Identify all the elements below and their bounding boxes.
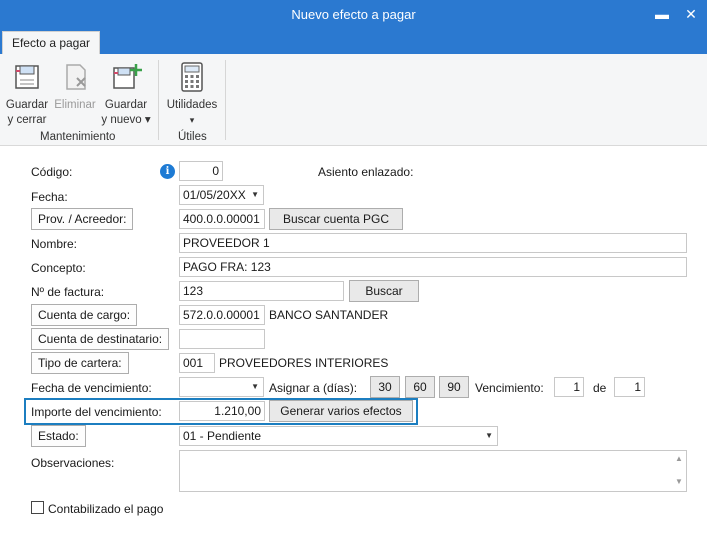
concepto-field[interactable]: PAGO FRA: 123	[179, 257, 687, 277]
ribbon: Guardar y cerrar Eliminar Guardar y nuev…	[0, 54, 707, 146]
tab-efecto-a-pagar[interactable]: Efecto a pagar	[2, 31, 100, 54]
minimize-icon[interactable]: ▬	[652, 4, 672, 24]
window-title: Nuevo efecto a pagar	[291, 7, 416, 22]
ribbon-tab-row: Efecto a pagar	[0, 28, 707, 54]
ribbon-separator	[225, 60, 226, 140]
scroll-down-icon[interactable]: ▼	[672, 477, 686, 486]
fecha-vencimiento-label: Fecha de vencimiento:	[31, 381, 152, 395]
de-label: de	[593, 381, 607, 395]
save-close-icon	[15, 65, 39, 89]
info-icon[interactable]: i	[160, 164, 175, 179]
estado-select[interactable]: 01 - Pendiente ▼	[179, 426, 498, 446]
fecha-vencimiento-picker[interactable]: ▼	[179, 377, 264, 397]
estado-value: 01 - Pendiente	[183, 429, 262, 443]
save-new-line1: Guardar	[104, 99, 148, 111]
concepto-label: Concepto:	[31, 261, 86, 275]
group-label-utiles: Útiles	[178, 131, 207, 143]
importe-field[interactable]: 1.210,00	[179, 401, 265, 421]
contabilizado-checkbox[interactable]	[31, 501, 44, 514]
chevron-down-icon: ▼	[485, 431, 493, 440]
delete-label: Eliminar	[54, 99, 96, 111]
generar-varios-efectos-button[interactable]: Generar varios efectos	[269, 400, 413, 422]
buscar-button[interactable]: Buscar	[349, 280, 419, 302]
nombre-label: Nombre:	[31, 237, 78, 251]
cuenta-destinatario-field[interactable]	[179, 329, 265, 349]
fecha-label: Fecha:	[31, 190, 68, 204]
vencimiento-total-field[interactable]: 1	[614, 377, 645, 397]
group-label-mantenimiento: Mantenimiento	[40, 131, 116, 143]
contabilizado-label: Contabilizado el pago	[48, 502, 164, 516]
chevron-down-icon: ▾	[189, 115, 195, 125]
ribbon-separator	[158, 60, 159, 140]
asignar-label: Asignar a (días):	[269, 381, 358, 395]
save-close-button[interactable]: Guardar y cerrar	[4, 60, 50, 128]
cuenta-cargo-button[interactable]: Cuenta de cargo:	[31, 304, 138, 326]
codigo-label: Código:	[31, 165, 73, 179]
estado-button[interactable]: Estado:	[31, 425, 86, 447]
utilities-label: Utilidades	[166, 99, 218, 111]
chevron-down-icon: ▼	[251, 190, 259, 199]
delete-icon	[66, 64, 86, 90]
chevron-down-icon: ▼	[251, 382, 259, 391]
save-close-line2: y cerrar	[7, 114, 47, 126]
tipo-cartera-field[interactable]: 001	[179, 353, 215, 373]
factura-label: Nº de factura:	[31, 285, 105, 299]
vencimiento-label: Vencimiento:	[475, 381, 544, 395]
save-new-icon	[113, 64, 142, 89]
textarea-scrollbar[interactable]: ▲ ▼	[672, 451, 686, 491]
close-icon[interactable]: ✕	[681, 4, 701, 24]
cuenta-cargo-desc: BANCO SANTANDER	[269, 308, 389, 322]
nombre-field[interactable]: PROVEEDOR 1	[179, 233, 687, 253]
asignar-90-button[interactable]: 90	[439, 376, 469, 398]
save-new-line2: y nuevo ▾	[101, 114, 151, 126]
calculator-icon	[181, 62, 203, 92]
save-new-button[interactable]: Guardar y nuevo ▾	[100, 60, 152, 128]
save-close-line1: Guardar	[5, 99, 49, 111]
scroll-up-icon[interactable]: ▲	[672, 454, 686, 463]
observaciones-label: Observaciones:	[31, 456, 115, 470]
title-bar: Nuevo efecto a pagar ▬ ✕	[0, 0, 707, 28]
observaciones-textarea[interactable]: ▲ ▼	[179, 450, 687, 492]
prov-acreedor-field[interactable]: 400.0.0.00001	[179, 209, 265, 229]
utilities-button[interactable]: Utilidades ▾	[162, 60, 222, 128]
asiento-label: Asiento enlazado:	[318, 165, 414, 179]
asignar-30-button[interactable]: 30	[370, 376, 400, 398]
fecha-picker[interactable]: 01/05/20XX ▼	[179, 185, 264, 205]
buscar-cuenta-pgc-button[interactable]: Buscar cuenta PGC	[269, 208, 403, 230]
cuenta-cargo-field[interactable]: 572.0.0.00001	[179, 305, 265, 325]
tipo-cartera-button[interactable]: Tipo de cartera:	[31, 352, 129, 374]
cuenta-destinatario-button[interactable]: Cuenta de destinatario:	[31, 328, 170, 350]
factura-field[interactable]: 123	[179, 281, 344, 301]
delete-button[interactable]: Eliminar	[52, 60, 98, 113]
asignar-60-button[interactable]: 60	[405, 376, 435, 398]
tipo-cartera-desc: PROVEEDORES INTERIORES	[219, 356, 389, 370]
prov-acreedor-button[interactable]: Prov. / Acreedor:	[31, 208, 134, 230]
codigo-field[interactable]: 0	[179, 161, 223, 181]
importe-label: Importe del vencimiento:	[31, 405, 162, 419]
vencimiento-field[interactable]: 1	[554, 377, 584, 397]
fecha-value: 01/05/20XX	[183, 188, 246, 202]
